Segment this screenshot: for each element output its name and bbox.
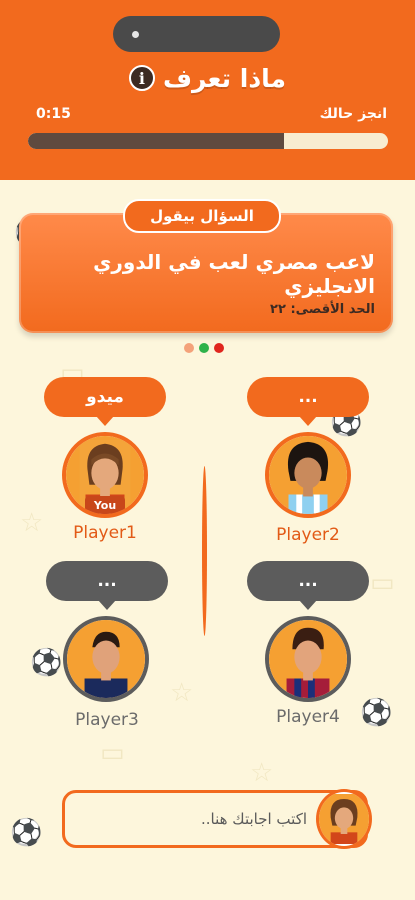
- indicator-dot: [184, 343, 194, 353]
- player2-portrait-icon: [269, 436, 347, 514]
- player3-answer-bubble: ...: [46, 561, 168, 610]
- question-text: لاعب مصري لعب في الدوري الانجليزي: [93, 250, 375, 298]
- player1-avatar[interactable]: You: [62, 432, 148, 518]
- page-title: ماذا تعرف: [162, 63, 287, 93]
- question-limit: الحد الأقصى: ٢٢: [270, 302, 375, 317]
- indicator-dots: [184, 343, 224, 353]
- you-tag: You: [85, 496, 125, 514]
- camera-dot: [132, 31, 139, 38]
- question-tab: السؤال بيقول: [123, 199, 281, 233]
- player2-avatar[interactable]: [265, 432, 351, 518]
- answer-input[interactable]: [77, 805, 307, 833]
- player3-name: Player3: [75, 710, 139, 730]
- timer-progress-bar: [28, 133, 388, 149]
- players-divider: [202, 466, 207, 636]
- indicator-dot: [214, 343, 224, 353]
- player4-name: Player4: [276, 707, 340, 727]
- player1-name: Player1: [73, 523, 137, 543]
- timer-progress-fill: [28, 133, 284, 149]
- player3-portrait-icon: [67, 620, 145, 698]
- timer-value: 0:15: [36, 106, 71, 122]
- info-icon[interactable]: i: [128, 65, 155, 91]
- player2-answer-bubble: ...: [247, 377, 369, 426]
- player2-name: Player2: [276, 525, 340, 545]
- title-row: i ماذا تعرف: [0, 60, 415, 96]
- player4-answer-bubble: ...: [247, 561, 369, 610]
- answer-avatar: [316, 789, 372, 849]
- header-bar: i ماذا تعرف انجز حالك 0:15: [0, 0, 415, 180]
- player1-answer-bubble: ميدو: [44, 377, 166, 426]
- player4-avatar[interactable]: [265, 616, 351, 702]
- player4-portrait-icon: [269, 620, 347, 698]
- timer-label: انجز حالك: [319, 106, 387, 122]
- player3-avatar[interactable]: [63, 616, 149, 702]
- my-portrait-icon: [319, 794, 369, 844]
- indicator-dot: [199, 343, 209, 353]
